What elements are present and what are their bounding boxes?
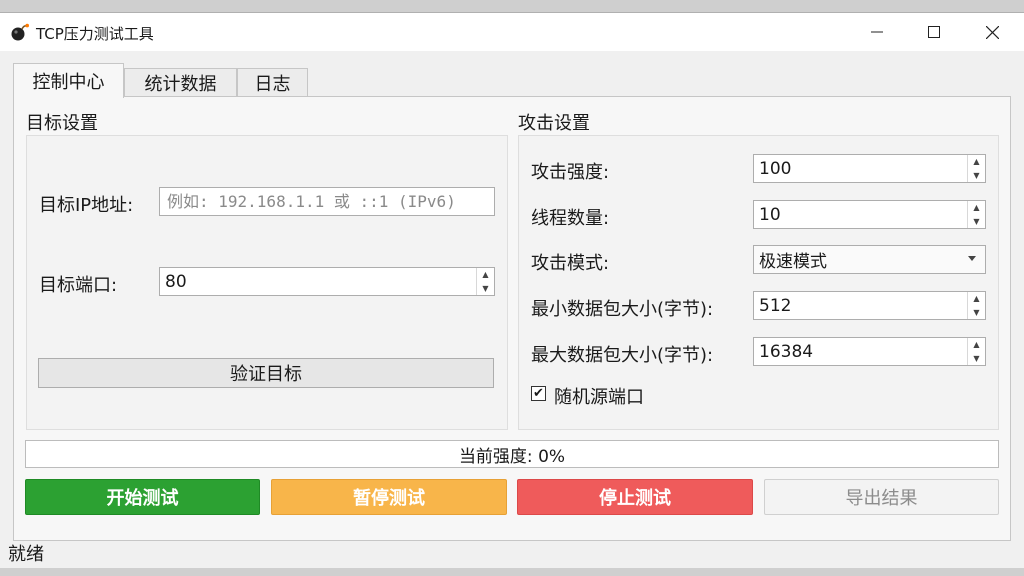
min-packet-value: 512 [759,295,792,316]
min-packet-spinbox[interactable]: 512 ▲ ▼ [753,291,986,320]
export-results-button[interactable]: 导出结果 [764,479,999,515]
target-settings-title: 目标设置 [26,113,98,134]
random-port-checkbox[interactable]: ✔ [531,386,546,401]
title-bar[interactable]: TCP压力测试工具 [0,13,1024,51]
intensity-progress-bar: 当前强度: 0% [25,440,999,468]
mode-label: 攻击模式: [531,253,610,274]
progress-text: 当前强度: 0% [458,446,566,467]
intensity-spin-arrows[interactable]: ▲ ▼ [967,155,985,182]
port-spin-arrows[interactable]: ▲ ▼ [476,268,494,295]
close-icon [985,25,999,39]
status-text: 就绪 [8,544,44,565]
mode-combobox[interactable]: 极速模式 [753,245,986,274]
threads-spinbox[interactable]: 10 ▲ ▼ [753,200,986,229]
tab-log[interactable]: 日志 [237,68,308,97]
control-center-panel: 目标设置 目标IP地址: 目标端口: 80 ▲ ▼ 验证目标 攻击设置 攻击强度… [13,96,1011,541]
stop-test-button[interactable]: 停止测试 [517,479,753,515]
maximize-icon [928,26,940,38]
spin-down-icon[interactable]: ▼ [968,352,985,366]
spin-down-icon[interactable]: ▼ [968,306,985,320]
spin-up-icon[interactable]: ▲ [477,268,494,282]
checkmark-icon: ✔ [533,386,544,401]
start-test-button[interactable]: 开始测试 [25,479,260,515]
minimize-button[interactable] [848,13,906,51]
spin-up-icon[interactable]: ▲ [968,155,985,169]
threads-label: 线程数量: [531,208,610,229]
min-packet-spin-arrows[interactable]: ▲ ▼ [967,292,985,319]
window-title: TCP压力测试工具 [36,25,154,43]
tab-control-center[interactable]: 控制中心 [13,63,124,98]
target-ip-label: 目标IP地址: [39,195,134,216]
max-packet-label: 最大数据包大小(字节): [531,345,714,366]
max-packet-value: 16384 [759,341,814,362]
intensity-spinbox[interactable]: 100 ▲ ▼ [753,154,986,183]
target-port-label: 目标端口: [39,275,118,296]
app-window: TCP压力测试工具 控制中心 统计数据 日志 目标设置 目标IP地址: 目标端口… [0,12,1024,568]
mode-value: 极速模式 [759,252,827,272]
spin-up-icon[interactable]: ▲ [968,201,985,215]
attack-settings-title: 攻击设置 [518,113,590,134]
target-port-value: 80 [165,271,187,292]
spin-down-icon[interactable]: ▼ [968,169,985,183]
spin-up-icon[interactable]: ▲ [968,338,985,352]
spin-down-icon[interactable]: ▼ [477,282,494,296]
max-packet-spinbox[interactable]: 16384 ▲ ▼ [753,337,986,366]
tab-statistics[interactable]: 统计数据 [124,68,237,97]
threads-spin-arrows[interactable]: ▲ ▼ [967,201,985,228]
pause-test-button[interactable]: 暂停测试 [271,479,507,515]
max-packet-spin-arrows[interactable]: ▲ ▼ [967,338,985,365]
threads-value: 10 [759,204,781,225]
maximize-button[interactable] [905,13,963,51]
close-button[interactable] [963,13,1021,51]
target-ip-input[interactable] [165,191,494,212]
random-port-label[interactable]: 随机源端口 [554,383,644,409]
minimize-icon [871,31,883,33]
intensity-value: 100 [759,158,792,179]
bomb-icon [11,23,29,41]
target-ip-field[interactable] [159,187,495,216]
verify-target-button[interactable]: 验证目标 [38,358,494,388]
spin-up-icon[interactable]: ▲ [968,292,985,306]
min-packet-label: 最小数据包大小(字节): [531,299,714,320]
spin-down-icon[interactable]: ▼ [968,215,985,229]
chevron-down-icon [968,256,976,261]
target-port-spinbox[interactable]: 80 ▲ ▼ [159,267,495,296]
intensity-label: 攻击强度: [531,162,610,183]
